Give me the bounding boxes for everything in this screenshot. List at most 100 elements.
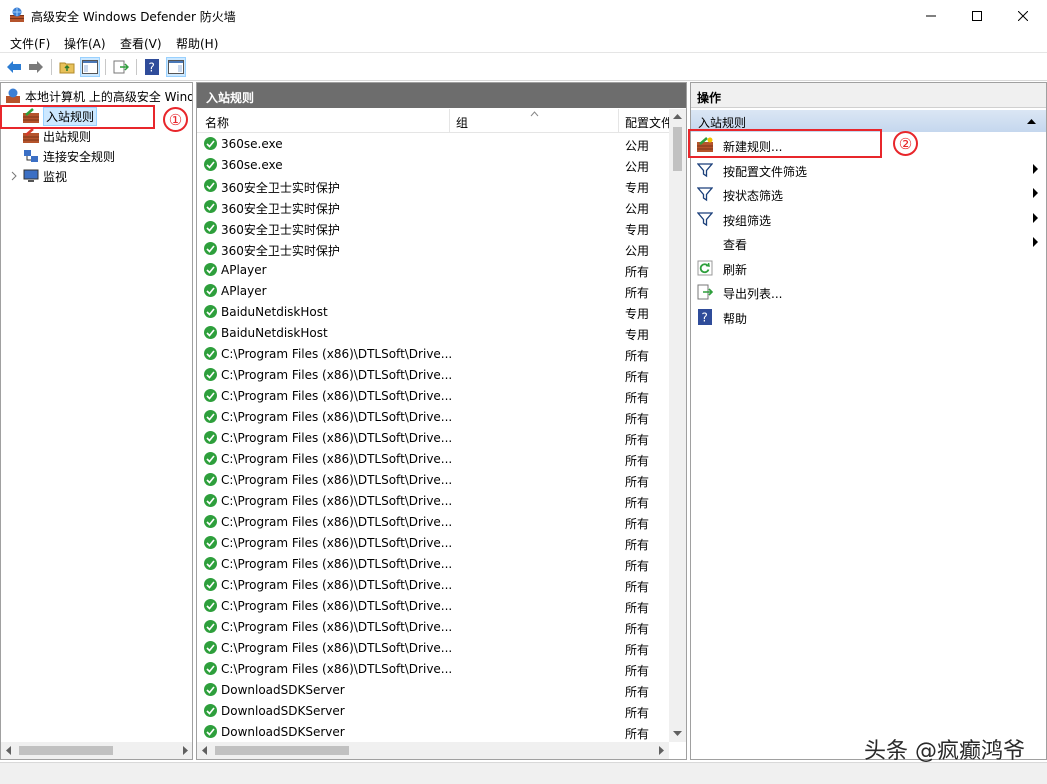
column-header-profile[interactable]: 配置文件 xyxy=(625,114,673,131)
table-row[interactable]: 360se.exe 公用 xyxy=(197,155,669,176)
enabled-check-icon xyxy=(204,473,217,486)
rule-profile: 所有 xyxy=(625,496,650,510)
table-row[interactable]: BaiduNetdiskHost 专用 xyxy=(197,302,669,323)
scroll-thumb[interactable] xyxy=(673,127,682,171)
tree-item-connection-security[interactable]: 连接安全规则 xyxy=(23,146,115,166)
action-item[interactable]: 按配置文件筛选 xyxy=(691,158,1046,182)
action-pane-icon xyxy=(168,60,184,74)
table-row[interactable]: C:\Program Files (x86)\DTLSoft\Drive... 所… xyxy=(197,470,669,491)
table-row[interactable]: C:\Program Files (x86)\DTLSoft\Drive... 所… xyxy=(197,407,669,428)
up-folder-button[interactable] xyxy=(57,57,77,77)
scroll-thumb[interactable] xyxy=(19,746,113,755)
tree-horizontal-scrollbar[interactable] xyxy=(1,742,192,759)
rule-profile: 公用 xyxy=(625,139,650,153)
enabled-check-icon xyxy=(204,368,217,381)
table-row[interactable]: C:\Program Files (x86)\DTLSoft\Drive... 所… xyxy=(197,365,669,386)
table-row[interactable]: C:\Program Files (x86)\DTLSoft\Drive... 所… xyxy=(197,512,669,533)
enabled-check-icon xyxy=(204,662,217,675)
help-button[interactable]: ? xyxy=(142,57,162,77)
table-row[interactable]: DownloadSDKServer 所有 xyxy=(197,722,669,741)
action-item[interactable]: 按组筛选 xyxy=(691,207,1046,231)
title-bar: 高级安全 Windows Defender 防火墙 xyxy=(0,0,1047,31)
table-row[interactable]: C:\Program Files (x86)\DTLSoft\Drive... 所… xyxy=(197,533,669,554)
table-row[interactable]: C:\Program Files (x86)\DTLSoft\Drive... 所… xyxy=(197,638,669,659)
tree-item-outbound-rules[interactable]: 出站规则 xyxy=(23,126,91,146)
scroll-down-icon[interactable] xyxy=(673,729,682,737)
collapse-up-icon[interactable] xyxy=(1027,118,1036,124)
table-row[interactable]: APlayer 所有 xyxy=(197,260,669,281)
scroll-right-icon[interactable] xyxy=(657,746,665,755)
table-row[interactable]: 360安全卫士实时保护 公用 xyxy=(197,239,669,260)
scroll-left-icon[interactable] xyxy=(5,746,13,755)
rule-name: C:\Program Files (x86)\DTLSoft\Drive... xyxy=(221,452,453,466)
table-row[interactable]: DownloadSDKServer 所有 xyxy=(197,701,669,722)
scroll-right-icon[interactable] xyxy=(181,746,189,755)
back-button[interactable] xyxy=(4,57,24,77)
show-tree-button[interactable] xyxy=(80,57,100,77)
scroll-thumb[interactable] xyxy=(215,746,349,755)
column-header-group[interactable]: 组 xyxy=(456,114,468,131)
rule-profile: 专用 xyxy=(625,181,650,195)
table-row[interactable]: DownloadSDKServer 所有 xyxy=(197,680,669,701)
table-row[interactable]: 360安全卫士实时保护 专用 xyxy=(197,176,669,197)
rule-name: C:\Program Files (x86)\DTLSoft\Drive... xyxy=(221,599,453,613)
rule-name: C:\Program Files (x86)\DTLSoft\Drive... xyxy=(221,431,453,445)
action-item[interactable]: ? 帮助 xyxy=(691,305,1046,329)
action-item[interactable]: 刷新 xyxy=(691,256,1046,280)
help-icon: ? xyxy=(697,308,713,325)
tree-item-label: 出站规则 xyxy=(43,129,92,144)
forward-button[interactable] xyxy=(26,57,46,77)
minimize-button[interactable] xyxy=(908,0,954,31)
table-row[interactable]: C:\Program Files (x86)\DTLSoft\Drive... 所… xyxy=(197,575,669,596)
menu-action[interactable]: 操作(A) xyxy=(64,35,106,52)
rule-profile: 所有 xyxy=(625,412,650,426)
submenu-arrow-icon xyxy=(1033,188,1038,198)
table-row[interactable]: BaiduNetdiskHost 专用 xyxy=(197,323,669,344)
filter-icon xyxy=(696,186,714,202)
rule-profile: 所有 xyxy=(625,706,650,720)
menu-view[interactable]: 查看(V) xyxy=(120,35,162,52)
table-row[interactable]: C:\Program Files (x86)\DTLSoft\Drive... 所… xyxy=(197,596,669,617)
table-row[interactable]: C:\Program Files (x86)\DTLSoft\Drive... 所… xyxy=(197,428,669,449)
table-row[interactable]: APlayer 所有 xyxy=(197,281,669,302)
rule-profile: 所有 xyxy=(625,685,650,699)
tree-item-monitoring[interactable]: 监视 xyxy=(9,166,67,186)
expand-chevron-icon[interactable] xyxy=(9,171,19,181)
action-list: 新建规则... 按配置文件筛选 按状态筛选 按组筛选 查看 刷新 导出列表...? 帮助 xyxy=(691,133,1046,353)
maximize-button[interactable] xyxy=(954,0,1000,31)
rule-name: 360安全卫士实时保护 xyxy=(221,181,340,195)
action-item[interactable]: 查看 xyxy=(691,231,1046,255)
tree-item-label: 监视 xyxy=(43,169,68,184)
rule-profile: 所有 xyxy=(625,265,650,279)
scroll-left-icon[interactable] xyxy=(201,746,209,755)
table-row[interactable]: C:\Program Files (x86)\DTLSoft\Drive... 所… xyxy=(197,617,669,638)
table-row[interactable]: C:\Program Files (x86)\DTLSoft\Drive... 所… xyxy=(197,659,669,680)
list-horizontal-scrollbar[interactable] xyxy=(197,742,669,759)
column-header-name[interactable]: 名称 xyxy=(205,114,229,131)
table-row[interactable]: C:\Program Files (x86)\DTLSoft\Drive... 所… xyxy=(197,491,669,512)
menu-file[interactable]: 文件(F) xyxy=(10,35,50,52)
table-row[interactable]: 360安全卫士实时保护 专用 xyxy=(197,218,669,239)
enabled-check-icon xyxy=(204,599,217,612)
export-icon xyxy=(113,60,129,74)
table-row[interactable]: C:\Program Files (x86)\DTLSoft\Drive... 所… xyxy=(197,386,669,407)
rule-name: C:\Program Files (x86)\DTLSoft\Drive... xyxy=(221,536,453,550)
action-item[interactable]: 导出列表... xyxy=(691,280,1046,304)
menu-bar: 文件(F) 操作(A) 查看(V) 帮助(H) xyxy=(0,31,1047,53)
table-row[interactable]: C:\Program Files (x86)\DTLSoft\Drive... 所… xyxy=(197,344,669,365)
menu-help[interactable]: 帮助(H) xyxy=(176,35,218,52)
enabled-check-icon xyxy=(204,137,217,150)
list-vertical-scrollbar[interactable] xyxy=(669,109,686,742)
show-actions-button[interactable] xyxy=(166,57,186,77)
export-button[interactable] xyxy=(111,57,131,77)
table-row[interactable]: 360se.exe 公用 xyxy=(197,134,669,155)
close-button[interactable] xyxy=(1000,0,1046,31)
table-row[interactable]: C:\Program Files (x86)\DTLSoft\Drive... 所… xyxy=(197,449,669,470)
table-row[interactable]: C:\Program Files (x86)\DTLSoft\Drive... 所… xyxy=(197,554,669,575)
step-1-badge: ① xyxy=(163,107,188,132)
tree-root[interactable]: 本地计算机 上的高级安全 Wind xyxy=(5,86,192,106)
table-row[interactable]: 360安全卫士实时保护 公用 xyxy=(197,197,669,218)
enabled-check-icon xyxy=(204,557,217,570)
scroll-up-icon[interactable] xyxy=(673,113,682,121)
action-item[interactable]: 按状态筛选 xyxy=(691,182,1046,206)
